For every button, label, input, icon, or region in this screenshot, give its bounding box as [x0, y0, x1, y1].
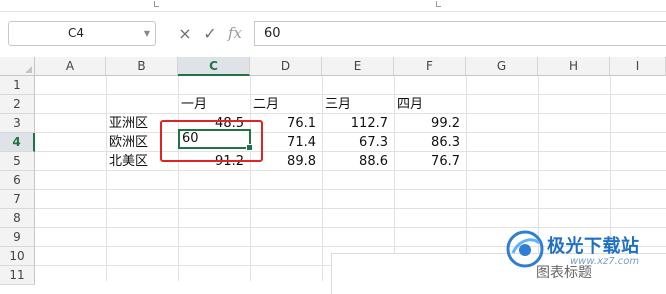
value-cell[interactable]: 112.7	[322, 114, 394, 133]
row-header-7[interactable]: 7	[0, 190, 35, 209]
value-cell[interactable]: 76.7	[394, 152, 466, 171]
row-header-5[interactable]: 5	[0, 152, 35, 171]
month-header-cell[interactable]: 四月	[394, 95, 466, 114]
formula-bar: C4 ▼ × ✓ fx 60	[0, 12, 666, 57]
row-header-10[interactable]: 10	[0, 247, 35, 266]
column-header-i[interactable]: I	[610, 57, 666, 76]
watermark: 极光下载站 www.xz7.com	[505, 229, 665, 269]
row-header-4[interactable]: 4	[0, 133, 35, 152]
row-header-3[interactable]: 3	[0, 114, 35, 133]
column-header-h[interactable]: H	[538, 57, 610, 76]
value-cell[interactable]: 67.3	[322, 133, 394, 152]
column-header-g[interactable]: G	[466, 57, 538, 76]
formula-value: 60	[264, 26, 281, 41]
highlight-box	[160, 120, 263, 162]
ruler-tick	[154, 1, 159, 7]
watermark-title: 极光下载站	[547, 236, 640, 257]
row-header-2[interactable]: 2	[0, 95, 35, 114]
name-box-value: C4	[67, 26, 84, 40]
month-header-cell[interactable]: 三月	[322, 95, 394, 114]
confirm-icon[interactable]: ✓	[200, 21, 220, 46]
ruler-tick	[436, 1, 441, 7]
row-header-9[interactable]: 9	[0, 228, 35, 247]
watermark-url: www.xz7.com	[570, 256, 640, 267]
cancel-icon[interactable]: ×	[175, 21, 195, 46]
row-header-1[interactable]: 1	[0, 76, 35, 95]
value-cell[interactable]: 88.6	[322, 152, 394, 171]
chevron-down-icon[interactable]: ▼	[144, 22, 150, 45]
month-header-cell[interactable]: 一月	[178, 95, 250, 114]
value-cell[interactable]: 86.3	[394, 133, 466, 152]
month-header-cell[interactable]: 二月	[250, 95, 322, 114]
column-header-c[interactable]: C	[178, 57, 250, 76]
column-header-f[interactable]: F	[394, 57, 466, 76]
column-header-d[interactable]: D	[250, 57, 322, 76]
fx-icon[interactable]: fx	[225, 21, 245, 46]
value-cell[interactable]: 99.2	[394, 114, 466, 133]
select-all-corner[interactable]	[0, 57, 35, 76]
top-strip	[0, 0, 666, 12]
formula-input[interactable]: 60	[254, 21, 666, 46]
column-header-a[interactable]: A	[35, 57, 106, 76]
column-header-b[interactable]: B	[106, 57, 178, 76]
watermark-logo-icon	[506, 230, 544, 268]
row-header-8[interactable]: 8	[0, 209, 35, 228]
name-box[interactable]: C4 ▼	[8, 21, 156, 46]
column-header-e[interactable]: E	[322, 57, 394, 76]
row-header-11[interactable]: 11	[0, 266, 35, 285]
row-header-6[interactable]: 6	[0, 171, 35, 190]
